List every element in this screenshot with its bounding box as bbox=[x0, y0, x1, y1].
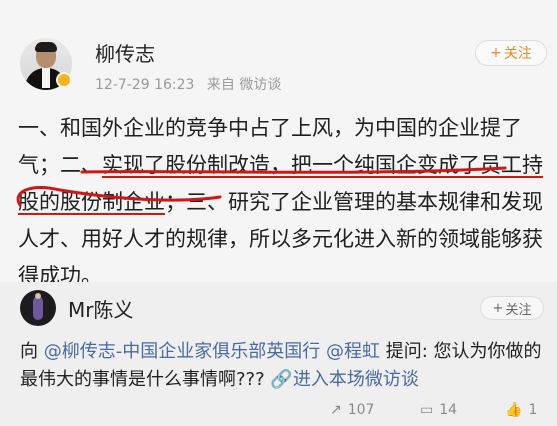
interview-link[interactable]: 🔗进入本场微访谈 bbox=[270, 369, 418, 390]
comment-card: Mr陈义 + 关注 向 @柳传志-中国企业家俱乐部英国行 @程虹 提问: 您认为… bbox=[0, 282, 557, 426]
commenter-follow-button[interactable]: + 关注 bbox=[480, 296, 544, 320]
comment-button[interactable]: ▭ 14 bbox=[420, 402, 457, 418]
like-button[interactable]: 👍 1 bbox=[505, 402, 537, 418]
plus-icon: + bbox=[490, 45, 502, 61]
follow-button[interactable]: + 关注 bbox=[475, 40, 547, 66]
plus-icon: + bbox=[492, 300, 504, 316]
verified-badge-icon bbox=[56, 72, 72, 88]
link-icon: 🔗 bbox=[270, 369, 293, 390]
mention-link[interactable]: @程虹 bbox=[326, 341, 380, 362]
commenter-avatar[interactable] bbox=[20, 290, 56, 326]
repost-icon: ↗ bbox=[330, 402, 342, 418]
post-username[interactable]: 柳传志 bbox=[95, 38, 155, 67]
post-meta: 12-7-29 16:23 来自 微访谈 bbox=[95, 74, 281, 94]
mention-link[interactable]: @柳传志-中国企业家俱乐部英国行 bbox=[44, 341, 321, 362]
comment-question: 向 @柳传志-中国企业家俱乐部英国行 @程虹 提问: 您认为你做的最伟大的事情是… bbox=[20, 341, 542, 390]
comment-icon: ▭ bbox=[420, 402, 434, 418]
post-text: 一、和国外企业的竞争中占了上风，为中国的企业提了气；二、实现了股份制改造，把一个… bbox=[18, 116, 543, 288]
repost-button[interactable]: ↗ 107 bbox=[330, 402, 374, 418]
weibo-screenshot: 柳传志 12-7-29 16:23 来自 微访谈 + 关注 一、和国外企业的竞争… bbox=[0, 0, 557, 426]
comment-action-bar: ↗ 107 ▭ 14 👍 1 bbox=[0, 400, 557, 424]
post-source[interactable]: 来自 微访谈 bbox=[207, 77, 281, 93]
post-time: 12-7-29 16:23 bbox=[95, 77, 195, 93]
thumbs-up-icon: 👍 bbox=[505, 402, 523, 418]
commenter-username[interactable]: Mr陈义 bbox=[68, 294, 133, 323]
